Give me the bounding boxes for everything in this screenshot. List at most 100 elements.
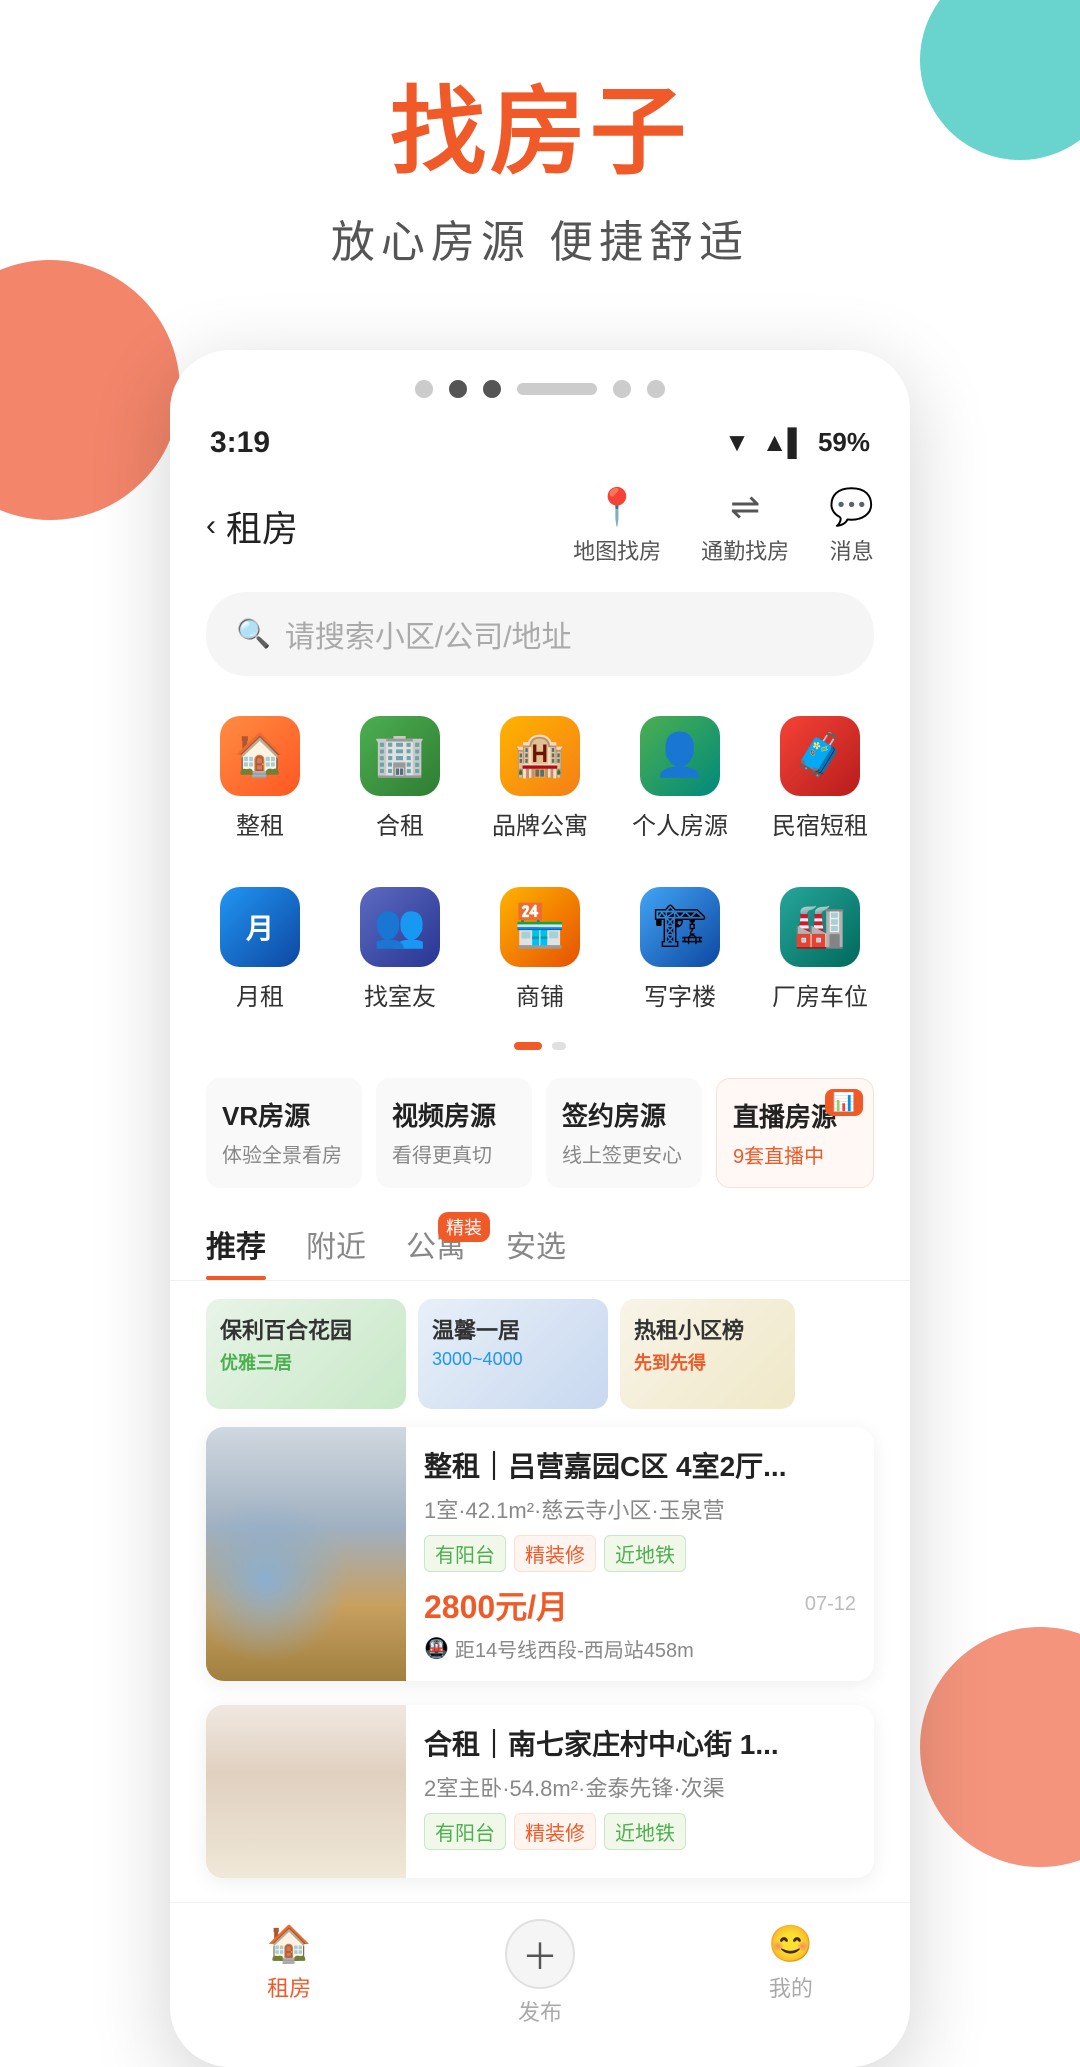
tabs-row: 推荐 附近 公寓 精装 安选 (170, 1208, 910, 1281)
listing-title-1: 整租｜吕营嘉园C区 4室2厅... (424, 1445, 856, 1485)
category-zhengzu[interactable]: 🏠 整租 (190, 700, 330, 861)
category-shiyu[interactable]: 👥 找室友 (330, 871, 470, 1032)
tag-metro-2: 近地铁 (604, 1813, 686, 1850)
minsu-label: 民宿短租 (772, 806, 868, 841)
tab-nearby-label: 附近 (306, 1231, 366, 1264)
nav-action-message-label: 消息 (830, 534, 874, 566)
bg-decoration-orange-bottom (920, 1627, 1080, 1867)
dot-5 (647, 380, 665, 398)
tab-nearby[interactable]: 附近 (306, 1222, 366, 1280)
listing-tags-2: 有阳台 精装修 近地铁 (424, 1813, 856, 1850)
room-interior-decoration-1 (206, 1427, 406, 1681)
yuzu-icon: 月 (220, 887, 300, 967)
feature-card-live[interactable]: 📊 直播房源 9套直播中 (716, 1078, 874, 1188)
category-grid-row1: 🏠 整租 🏢 合租 🏨 品牌公寓 👤 个人房源 🧳 民宿短租 (170, 700, 910, 861)
tab-recommend[interactable]: 推荐 (206, 1222, 266, 1280)
feature-card-sign[interactable]: 签约房源 线上签更安心 (546, 1078, 702, 1188)
banner-baoli-sub: 优雅三居 (206, 1349, 406, 1375)
wifi-icon: ▼ (724, 427, 750, 458)
zhengzu-icon: 🏠 (220, 716, 300, 796)
bottom-nav: 🏠 租房 ＋ 发布 😊 我的 (170, 1902, 910, 2037)
tag-decor-1: 精装修 (514, 1535, 596, 1572)
banner-wenxin-sub: 3000~4000 (418, 1349, 608, 1370)
nav-action-commute[interactable]: ⇌ 通勤找房 (701, 486, 789, 566)
tag-balcony-1: 有阳台 (424, 1535, 506, 1572)
category-hezi[interactable]: 🏢 合租 (330, 700, 470, 861)
bottom-nav-fabu[interactable]: ＋ 发布 (505, 1923, 575, 2027)
nav-action-map[interactable]: 📍 地图找房 (573, 486, 661, 566)
feature-cards: VR房源 体验全景看房 视频房源 看得更真切 签约房源 线上签更安心 📊 直播房… (170, 1064, 910, 1202)
shiyu-label: 找室友 (364, 977, 436, 1012)
feature-vr-desc: 体验全景看房 (222, 1139, 346, 1168)
banner-rexiao-title: 热租小区榜 (620, 1299, 795, 1349)
listing-tags-1: 有阳台 精装修 近地铁 (424, 1535, 856, 1572)
category-minsu[interactable]: 🧳 民宿短租 (750, 700, 890, 861)
dot-3 (483, 380, 501, 398)
fabu-label: 发布 (518, 1995, 562, 2027)
search-bar[interactable]: 🔍 请搜索小区/公司/地址 (206, 592, 874, 676)
category-xiezilou[interactable]: 🏗 写字楼 (610, 871, 750, 1032)
listing-card-2[interactable]: 合租｜南七家庄村中心街 1... 2室主卧·54.8m²·金泰先锋·次渠 有阳台… (206, 1705, 874, 1878)
feature-card-video[interactable]: 视频房源 看得更真切 (376, 1078, 532, 1188)
category-yuzu[interactable]: 月 月租 (190, 871, 330, 1032)
banner-wenxin[interactable]: 温馨一居 3000~4000 (418, 1299, 608, 1409)
back-arrow-icon: ‹ (206, 509, 216, 543)
status-bar: 3:19 ▼ ▲▌ 59% (170, 416, 910, 470)
tag-decor-2: 精装修 (514, 1813, 596, 1850)
dot-2 (449, 380, 467, 398)
category-geren[interactable]: 👤 个人房源 (610, 700, 750, 861)
shiyu-icon: 👥 (360, 887, 440, 967)
message-icon: 💬 (829, 486, 874, 528)
top-nav: ‹ 租房 📍 地图找房 ⇌ 通勤找房 💬 消息 (170, 470, 910, 582)
feature-sign-title: 签约房源 (562, 1096, 686, 1133)
banner-rexiao[interactable]: 热租小区榜 先到先得 (620, 1299, 795, 1409)
banner-baoli[interactable]: 保利百合花园 优雅三居 (206, 1299, 406, 1409)
pinpai-label: 品牌公寓 (492, 806, 588, 841)
listing-info-2: 合租｜南七家庄村中心街 1... 2室主卧·54.8m²·金泰先锋·次渠 有阳台… (406, 1705, 874, 1878)
category-shangpu[interactable]: 🏪 商铺 (470, 871, 610, 1032)
tab-anx[interactable]: 安选 (506, 1222, 566, 1280)
bottom-nav-wode[interactable]: 😊 我的 (768, 1923, 813, 2027)
feature-sign-desc: 线上签更安心 (562, 1139, 686, 1168)
page-header: 找房子 放心房源 便捷舒适 (0, 0, 1080, 310)
listing-img-2 (206, 1705, 406, 1878)
nav-actions: 📍 地图找房 ⇌ 通勤找房 💬 消息 (573, 486, 874, 566)
banner-baoli-title: 保利百合花园 (206, 1299, 406, 1349)
bottom-nav-zufang[interactable]: 🏠 租房 (267, 1923, 312, 2027)
tab-apartment[interactable]: 公寓 精装 (406, 1222, 466, 1280)
banner-row: 保利百合花园 优雅三居 温馨一居 3000~4000 热租小区榜 先到先得 (170, 1281, 910, 1427)
dot-1 (415, 380, 433, 398)
fabu-add-button[interactable]: ＋ (505, 1919, 575, 1989)
xiezilou-label: 写字楼 (644, 977, 716, 1012)
listing-card-1[interactable]: 整租｜吕营嘉园C区 4室2厅... 1室·42.1m²·慈云寺小区·玉泉营 有阳… (206, 1427, 874, 1681)
nav-back[interactable]: ‹ 租房 (206, 500, 298, 552)
shangpu-icon: 🏪 (500, 887, 580, 967)
wode-icon: 😊 (768, 1923, 813, 1965)
live-badge: 📊 (825, 1089, 863, 1116)
xiezilou-icon: 🏗 (640, 887, 720, 967)
search-icon: 🔍 (236, 617, 271, 650)
chang-icon: 🏭 (780, 887, 860, 967)
category-grid-row2: 月 月租 👥 找室友 🏪 商铺 🏗 写字楼 🏭 厂房车位 (170, 871, 910, 1032)
metro-icon-1: 🚇 (424, 1636, 449, 1661)
listing-metro-text-1: 距14号线西段-西局站458m (455, 1634, 694, 1663)
search-placeholder: 请搜索小区/公司/地址 (285, 612, 572, 656)
shangpu-label: 商铺 (516, 977, 564, 1012)
phone-mockup: 3:19 ▼ ▲▌ 59% ‹ 租房 📍 地图找房 ⇌ 通勤找房 💬 消息 (170, 350, 910, 2067)
feature-card-vr[interactable]: VR房源 体验全景看房 (206, 1078, 362, 1188)
signal-icon: ▲▌ (762, 427, 806, 458)
tab-anx-label: 安选 (506, 1231, 566, 1264)
category-chang[interactable]: 🏭 厂房车位 (750, 871, 890, 1032)
category-pinpai[interactable]: 🏨 品牌公寓 (470, 700, 610, 861)
nav-action-message[interactable]: 💬 消息 (829, 486, 874, 566)
zhengzu-label: 整租 (236, 806, 284, 841)
tab-recommend-label: 推荐 (206, 1231, 266, 1264)
page-dot-1 (514, 1042, 542, 1050)
listing-info-1: 整租｜吕营嘉园C区 4室2厅... 1室·42.1m²·慈云寺小区·玉泉营 有阳… (406, 1427, 874, 1681)
listing-detail-1: 1室·42.1m²·慈云寺小区·玉泉营 (424, 1493, 856, 1525)
nav-title: 租房 (226, 500, 298, 552)
page-title: 找房子 (0, 80, 1080, 186)
feature-vr-title: VR房源 (222, 1096, 346, 1133)
dot-bar (517, 383, 597, 395)
zufang-label: 租房 (267, 1971, 311, 2003)
